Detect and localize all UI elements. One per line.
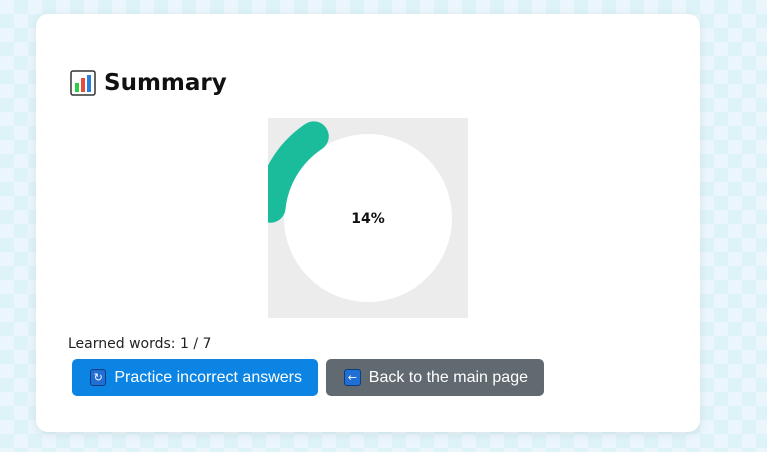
progress-ring: 14% [268,118,468,318]
summary-card: Summary 14% Learned words: 1 / 7 ↻ Pract… [36,14,700,432]
back-to-main-label: Back to the main page [368,368,528,386]
learned-words-count: Learned words: 1 / 7 [68,336,211,352]
arrow-left-icon: ← [344,369,361,386]
summary-title: Summary [104,70,227,96]
progress-percentage: 14% [351,211,385,227]
action-buttons: ↻ Practice incorrect answers ← Back to t… [72,359,544,396]
practice-incorrect-button[interactable]: ↻ Practice incorrect answers [72,359,318,396]
summary-heading: Summary [70,70,227,96]
bar-chart-icon [70,70,96,96]
practice-incorrect-label: Practice incorrect answers [114,368,302,386]
back-to-main-button[interactable]: ← Back to the main page [326,359,544,396]
learned-words-separator: / [193,336,199,352]
learned-words-total: 7 [202,336,212,352]
repeat-icon: ↻ [90,369,107,386]
learned-words-value: 1 [179,336,189,352]
learned-words-label: Learned words: [68,336,176,352]
